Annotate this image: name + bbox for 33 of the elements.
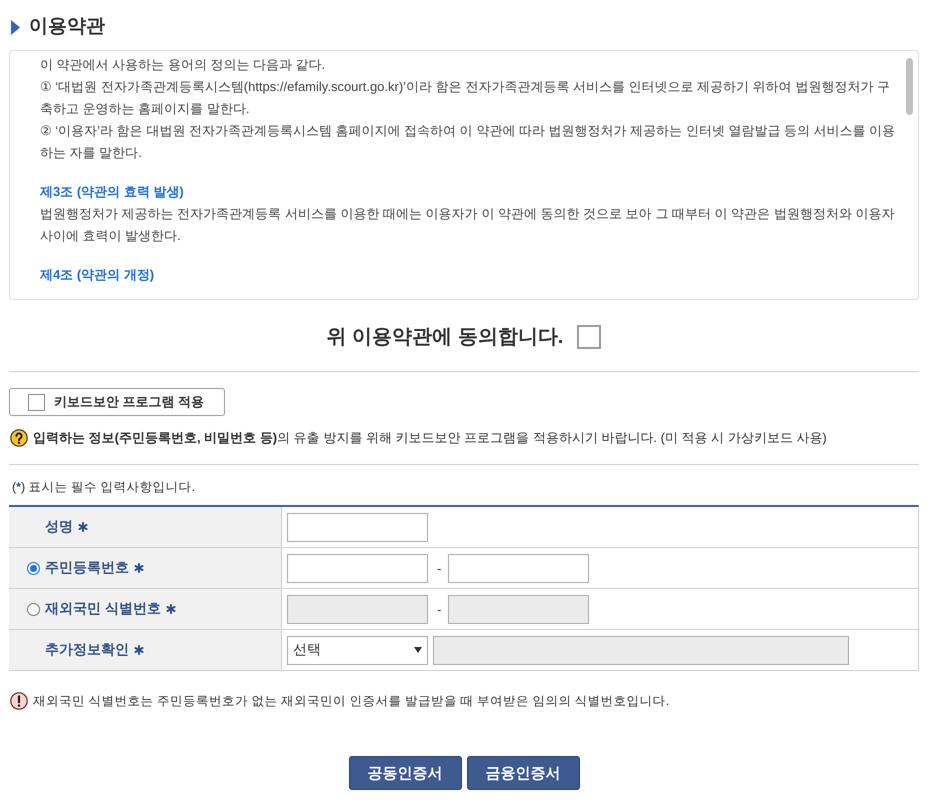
certificate-button[interactable]: 금융인증서 (466, 756, 580, 790)
caret-icon (414, 647, 422, 653)
scrollbar-thumb[interactable] (906, 58, 913, 115)
select-dropdown[interactable]: 선택 (287, 636, 428, 664)
field-label: 추가정보확인 (45, 641, 129, 659)
exclamation-icon (10, 692, 28, 710)
foreign-id-notice: 재외국민 식별번호는 주민등록번호가 없는 재외국민이 인증서를 발급받을 때 부여받은 임의의 식별번호입니다. (33, 692, 670, 710)
article-heading: 제3조 (약관의 효력 발생) (40, 183, 185, 201)
checkbox[interactable] (28, 394, 45, 410)
radio-button[interactable] (27, 562, 40, 574)
question-icon (10, 429, 28, 447)
field-label: 성명 (45, 518, 73, 536)
field-label: 재외국민 식별번호 (45, 600, 161, 618)
text-field[interactable] (287, 512, 428, 542)
dash-separator: - (437, 560, 442, 576)
terms-paragraph: 법원행정처가 제공하는 전자가족관계등록 서비스를 이용한 때에는 이용자가 이 약관에 동의한 것으로 보아 그 때부터 이 약관은 법원행정처와 이용자 사이에 효력이 발생한다. (40, 205, 896, 245)
terms-paragraph: 이 약관에서 사용하는 용어의 정의는 다음과 같다. (40, 56, 326, 74)
text-field[interactable] (448, 554, 590, 582)
keyboard-security-button[interactable]: 키보드보안 프로그램 적용 (9, 388, 225, 416)
agree-checkbox[interactable] (577, 325, 602, 349)
article-heading: 제4조 (약관의 개정) (40, 266, 156, 284)
field-label: 주민등록번호 (45, 559, 129, 577)
radio-button[interactable] (27, 602, 40, 616)
dash-separator: - (437, 602, 442, 616)
agree-label: 위 이용약관에 동의합니다. (326, 325, 564, 349)
triangle-icon (11, 20, 20, 34)
required-note: (*) 표시는 필수 입력사항입니다. (12, 480, 196, 494)
section-title: 이용약관 (29, 15, 105, 39)
keyboard-notice: 입력하는 정보(주민등록번호, 비밀번호 등)의 유출 방지를 위해 키보드보안 프로그램을 적용하시기 바랍니다. (미 적용 시 가상키보드 사용) (33, 429, 827, 447)
text-field[interactable] (287, 554, 428, 582)
terms-paragraph: ① ‘대법원 전자가족관계등록시스템(https://efamily.scourt.go.kr)’이라 함은 전자가족관계등록 서비스를 인터넷으로 제공하기 위하여 법원행정처가 구축하고 운영하는 홈페이지를 말한다. (40, 78, 891, 118)
certificate-button[interactable]: 공동인증서 (348, 756, 462, 790)
terms-paragraph: ② ‘이용자’라 함은 대법원 전자가족관계등록시스템 홈페이지에 접속하여 이 약관에 따라 법원행정처가 제공하는 인터넷 열람발급 등의 서비스를 이용하는 자를 말한다. (40, 122, 896, 162)
